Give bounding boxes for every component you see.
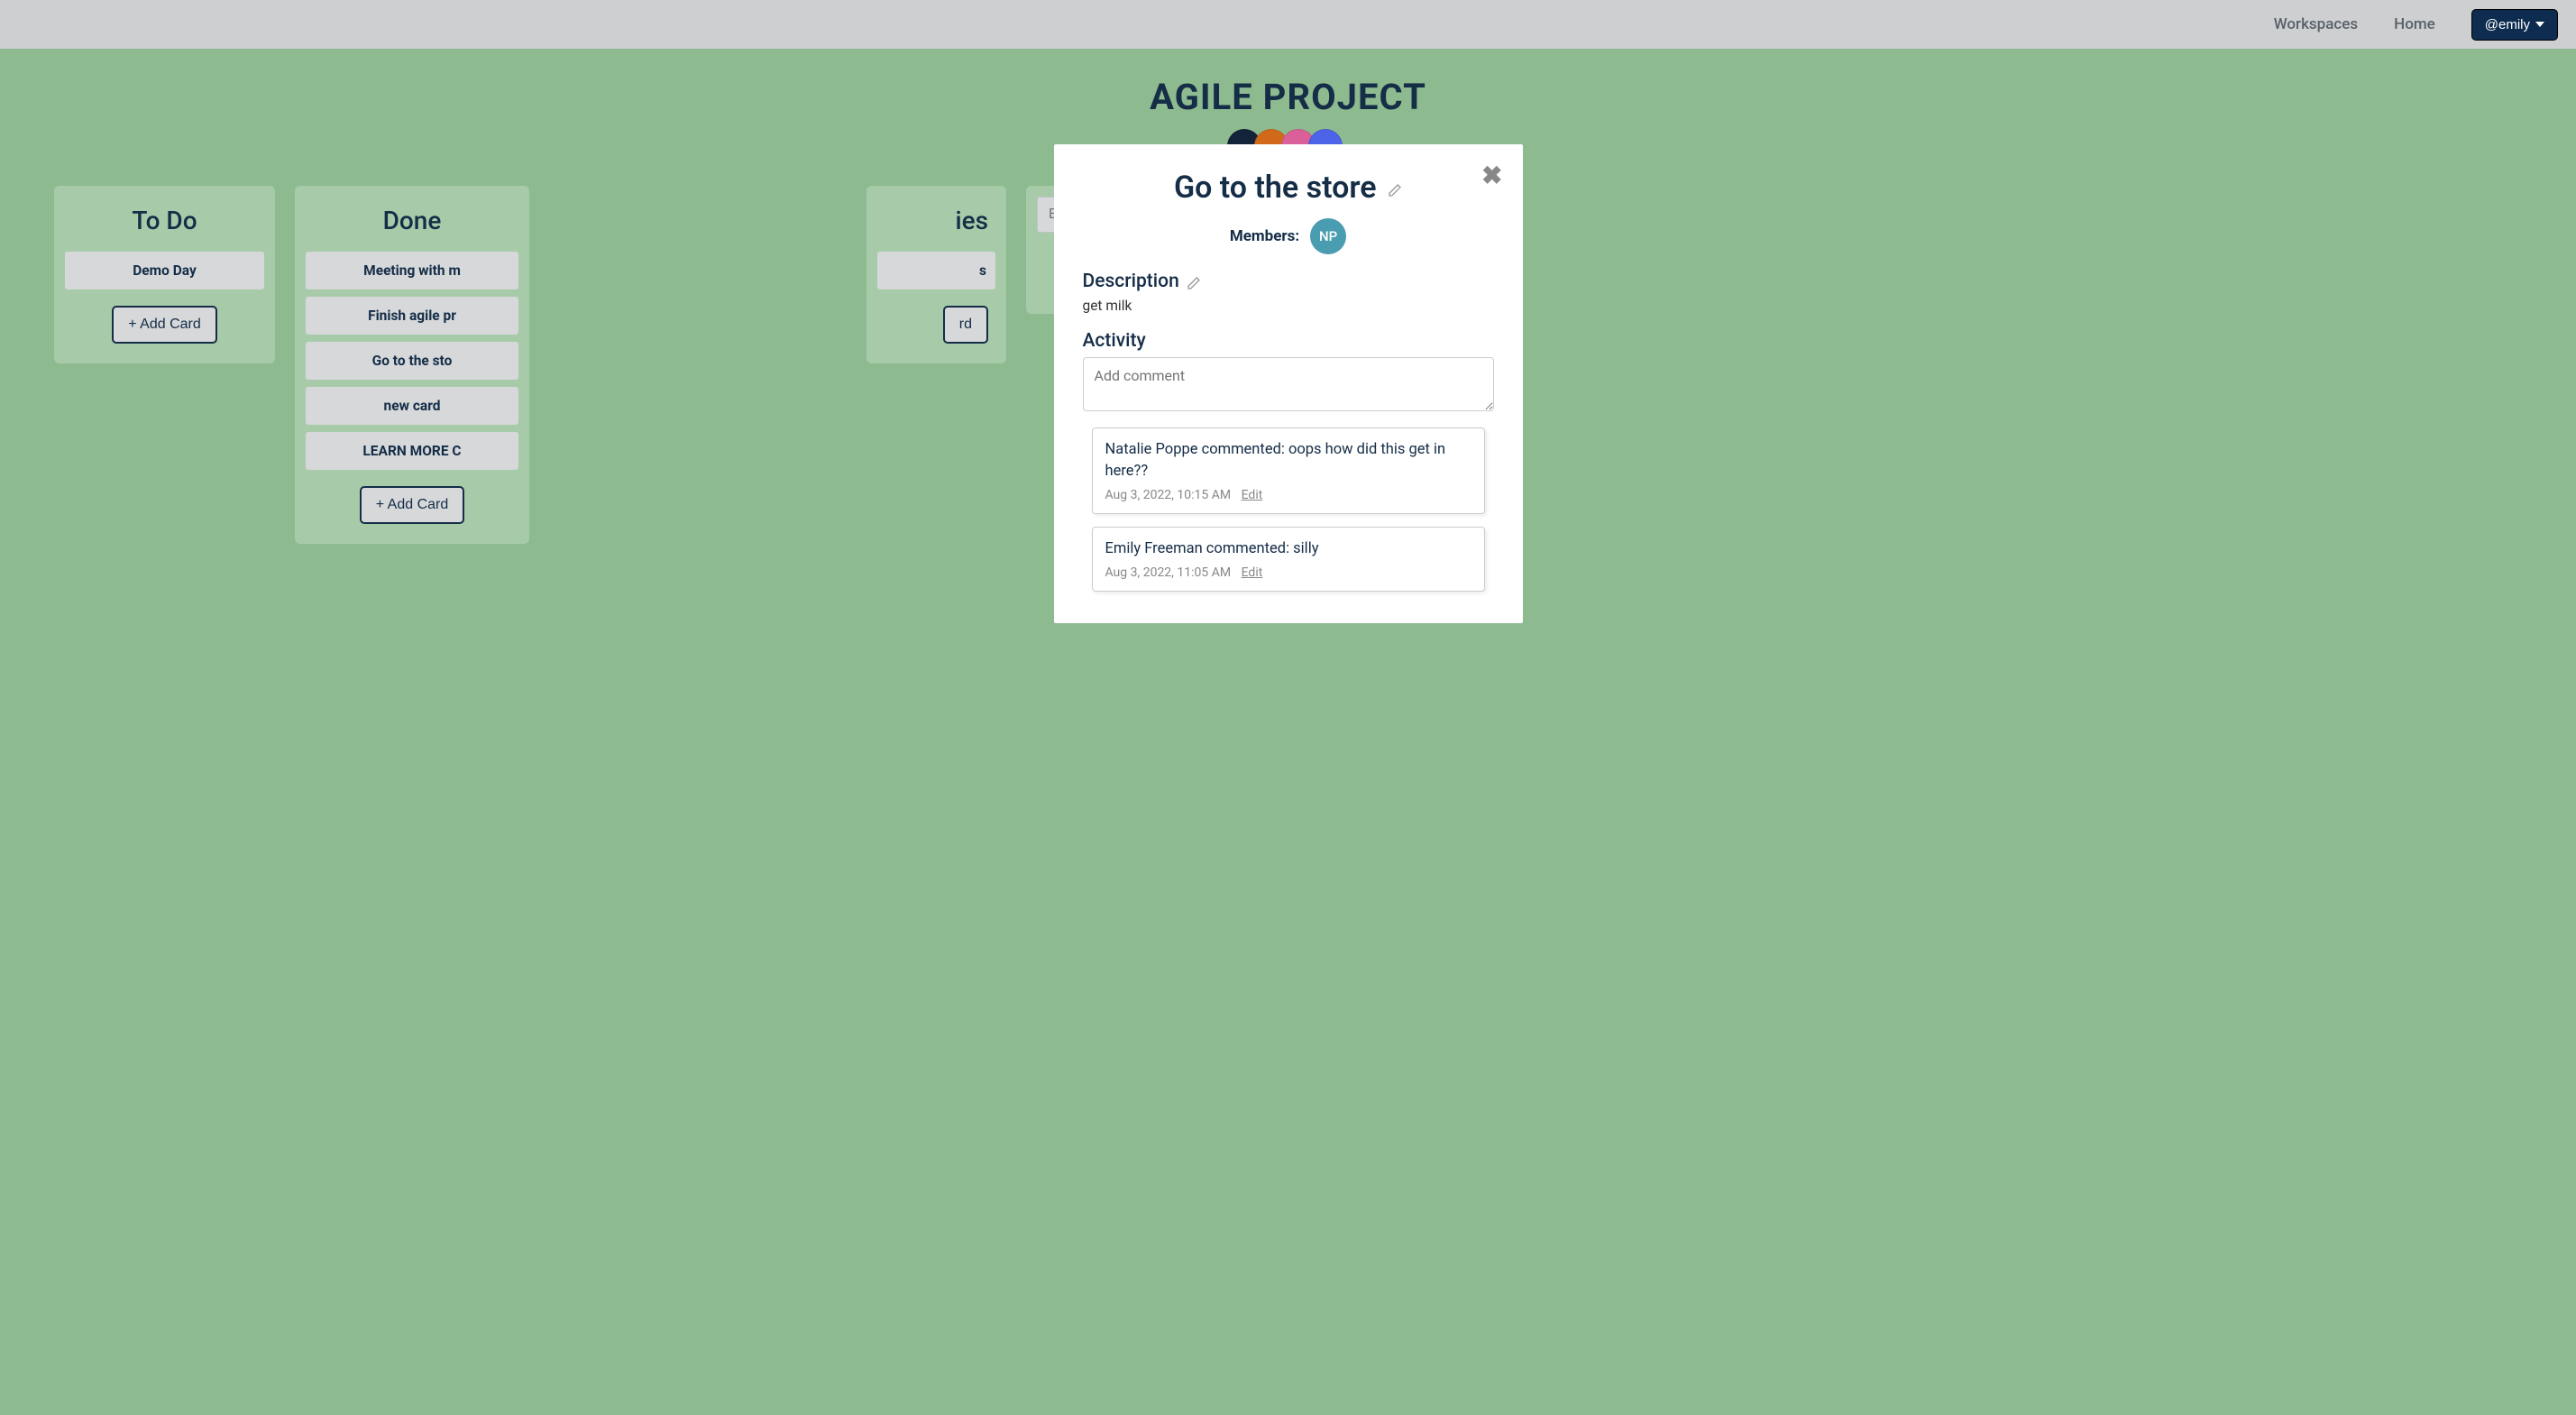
nav-home[interactable]: Home <box>2394 15 2435 33</box>
board-title: AGILE PROJECT <box>0 49 2576 118</box>
list-column: To Do Demo Day + Add Card <box>54 186 275 363</box>
card[interactable]: Go to the sto <box>306 342 518 380</box>
user-menu-button[interactable]: @emily <box>2471 9 2558 41</box>
card[interactable]: LEARN MORE C <box>306 432 518 470</box>
members-row: Members: NP <box>1083 218 1494 254</box>
list-column: ies s rd <box>866 186 1006 363</box>
comment-text: Natalie Poppe commented: oops how did th… <box>1105 439 1471 482</box>
add-card-button[interactable]: rd <box>943 306 988 344</box>
pencil-icon[interactable] <box>1187 274 1201 289</box>
member-avatar[interactable]: NP <box>1310 218 1346 254</box>
card-detail-modal: ✖ Go to the store Members: NP Descriptio… <box>1054 144 1523 623</box>
card-title-text: Go to the store <box>1174 170 1377 206</box>
edit-comment-link[interactable]: Edit <box>1242 565 1263 580</box>
description-text: get milk <box>1083 298 1494 314</box>
comment-text: Emily Freeman commented: silly <box>1105 538 1471 560</box>
activity-heading: Activity <box>1083 330 1494 352</box>
nav-workspaces[interactable]: Workspaces <box>2274 15 2358 33</box>
list-title: To Do <box>65 206 264 235</box>
card[interactable]: new card <box>306 387 518 425</box>
card[interactable]: Demo Day <box>65 252 264 289</box>
chevron-down-icon <box>2535 22 2544 27</box>
members-label: Members: <box>1230 227 1299 245</box>
card[interactable]: Meeting with m <box>306 252 518 289</box>
comment-timestamp: Aug 3, 2022, 11:05 AM <box>1105 565 1232 580</box>
add-card-button[interactable]: + Add Card <box>112 306 217 344</box>
comment-meta: Aug 3, 2022, 10:15 AM Edit <box>1105 488 1471 502</box>
description-heading: Description <box>1083 271 1494 292</box>
comment-item: Natalie Poppe commented: oops how did th… <box>1092 427 1485 514</box>
comment-meta: Aug 3, 2022, 11:05 AM Edit <box>1105 565 1471 580</box>
list-column: Done Meeting with m Finish agile pr Go t… <box>295 186 529 544</box>
pencil-icon[interactable] <box>1388 170 1402 184</box>
card-title: Go to the store <box>1083 170 1494 206</box>
comment-item: Emily Freeman commented: silly Aug 3, 20… <box>1092 527 1485 592</box>
list-title: Done <box>306 206 518 235</box>
user-handle: @emily <box>2485 17 2530 32</box>
comment-timestamp: Aug 3, 2022, 10:15 AM <box>1105 488 1232 502</box>
list-title: ies <box>877 206 995 235</box>
add-comment-input[interactable] <box>1083 357 1494 411</box>
card[interactable]: s <box>877 252 995 289</box>
top-nav: Workspaces Home @emily <box>0 0 2576 49</box>
edit-comment-link[interactable]: Edit <box>1242 488 1263 502</box>
card[interactable]: Finish agile pr <box>306 297 518 335</box>
description-label: Description <box>1083 271 1179 292</box>
activity-label: Activity <box>1083 330 1146 352</box>
add-card-button[interactable]: + Add Card <box>360 486 465 524</box>
